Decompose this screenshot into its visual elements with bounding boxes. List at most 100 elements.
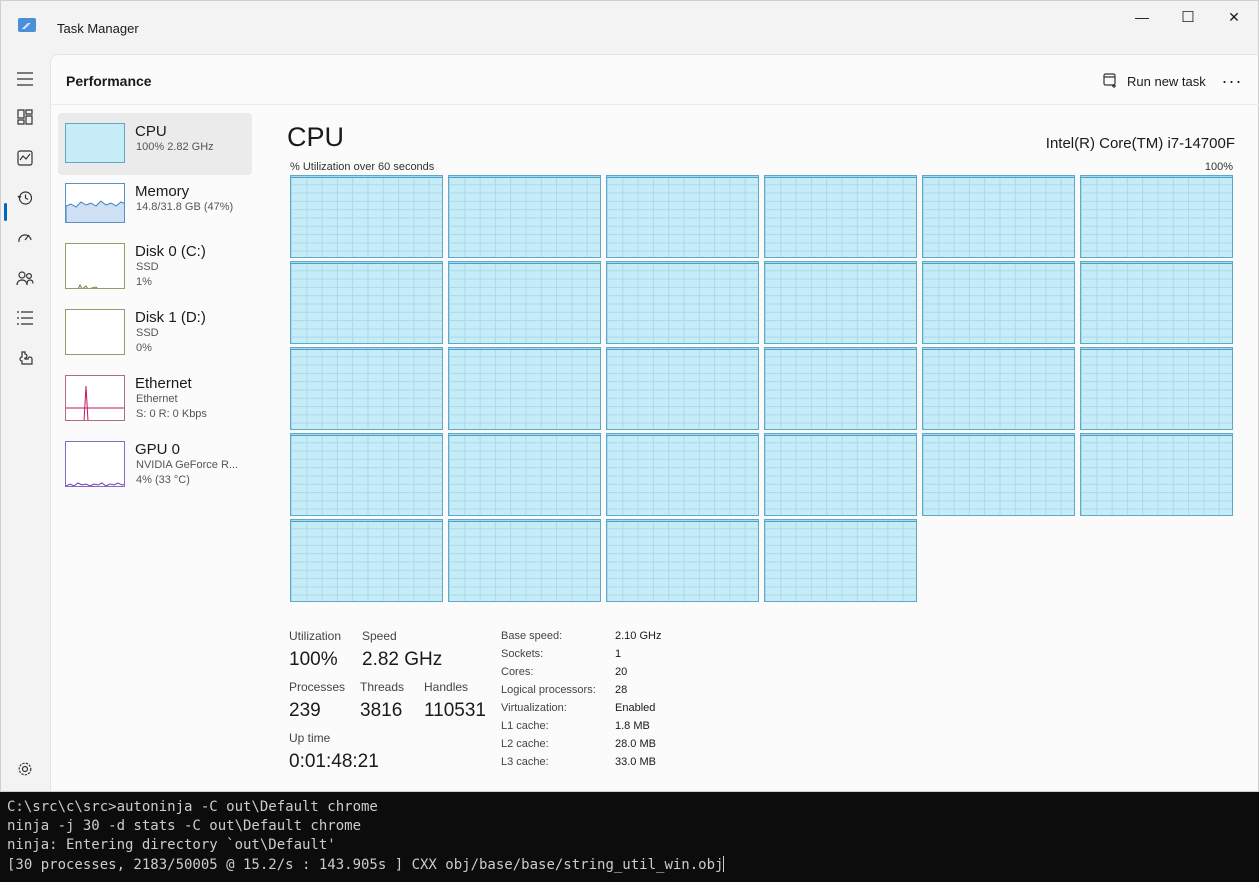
logical-processor-graph — [922, 347, 1075, 430]
terminal-line: C:\src\c\src>autoninja -C out\Default ch… — [7, 799, 378, 815]
performance-page: Performance Run new task ··· CPU 100% 2.… — [50, 54, 1259, 791]
cpu-heading: CPU — [287, 122, 345, 152]
spec-label-l2-cache: L2 cache: — [501, 738, 549, 750]
resource-item-disk-0[interactable]: Disk 0 (C:) SSD 1% — [58, 233, 252, 295]
users-icon[interactable] — [13, 266, 37, 290]
logical-processor-graph — [448, 347, 601, 430]
logical-processor-graph — [606, 347, 759, 430]
resource-detail: S: 0 R: 0 Kbps — [136, 408, 207, 420]
resource-detail: 0% — [136, 342, 152, 354]
resource-detail: 100% 2.82 GHz — [136, 141, 214, 153]
processes-icon[interactable] — [13, 105, 37, 129]
resource-item-ethernet[interactable]: Ethernet Ethernet S: 0 R: 0 Kbps — [58, 365, 252, 427]
resource-type: NVIDIA GeForce R... — [136, 459, 239, 471]
run-new-task-button[interactable]: Run new task — [1097, 69, 1212, 93]
task-manager-window: Task Manager — ☐ ✕ Performance Run new t… — [0, 0, 1259, 792]
resource-type: SSD — [136, 327, 159, 339]
resource-item-cpu[interactable]: CPU 100% 2.82 GHz — [58, 113, 252, 175]
logical-processor-graph — [290, 347, 443, 430]
logical-processor-graph — [922, 175, 1075, 258]
logical-processor-graph — [290, 433, 443, 516]
handles-label: Handles — [424, 680, 469, 694]
cpu-thumbnail-graph — [65, 123, 125, 163]
spec-label-sockets: Sockets: — [501, 648, 544, 660]
spec-label-base-speed: Base speed: — [501, 630, 563, 642]
logical-processor-graphs — [290, 175, 1235, 605]
gpu-thumbnail-graph — [65, 441, 125, 487]
spec-label-l1-cache: L1 cache: — [501, 720, 549, 732]
uptime-label: Up time — [289, 731, 331, 745]
resource-name: Memory — [135, 183, 190, 200]
startup-apps-icon[interactable] — [13, 226, 37, 250]
logical-processor-graph — [290, 261, 443, 344]
app-history-icon[interactable] — [13, 186, 37, 210]
terminal-line: ninja -j 30 -d stats -C out\Default chro… — [7, 818, 362, 834]
utilization-label: Utilization — [289, 629, 342, 643]
logical-processor-graph — [606, 261, 759, 344]
spec-value-l3-cache: 33.0 MB — [615, 756, 656, 768]
logical-processor-graph — [1080, 261, 1233, 344]
selected-indicator — [4, 203, 7, 221]
resource-name: Disk 1 (D:) — [135, 309, 206, 326]
spec-value-cores: 20 — [615, 666, 628, 678]
terminal-line: ninja: Entering directory `out\Default' — [7, 837, 336, 853]
logical-processor-graph — [764, 261, 917, 344]
maximize-button[interactable]: ☐ — [1165, 1, 1211, 33]
resource-name: Disk 0 (C:) — [135, 243, 206, 260]
resource-item-memory[interactable]: Memory 14.8/31.8 GB (47%) — [58, 173, 252, 235]
logical-processor-graph — [1080, 175, 1233, 258]
graph-caption: % Utilization over 60 seconds — [290, 161, 435, 173]
utilization-value: 100% — [289, 649, 338, 670]
resource-detail: 1% — [136, 276, 152, 288]
menu-icon[interactable] — [13, 67, 37, 91]
logical-processor-graph — [1080, 347, 1233, 430]
spec-value-base-speed: 2.10 GHz — [615, 630, 662, 642]
resource-type: Ethernet — [136, 393, 178, 405]
settings-icon[interactable] — [13, 757, 37, 781]
uptime-value: 0:01:48:21 — [289, 751, 379, 772]
resource-name: GPU 0 — [135, 441, 181, 458]
terminal-line-last: [30 processes, 2183/50005 @ 15.2/s : 143… — [7, 856, 725, 873]
performance-icon[interactable] — [13, 146, 37, 170]
logical-processor-graph — [922, 261, 1075, 344]
ethernet-thumbnail-graph — [65, 375, 125, 421]
spec-value-virtualization: Enabled — [615, 702, 656, 714]
processes-value: 239 — [289, 700, 321, 721]
services-icon[interactable] — [13, 346, 37, 370]
logical-processor-graph — [764, 519, 917, 602]
spec-value-l1-cache: 1.8 MB — [615, 720, 650, 732]
details-icon[interactable] — [13, 306, 37, 330]
logical-processor-graph — [1080, 433, 1233, 516]
spec-label-l3-cache: L3 cache: — [501, 756, 549, 768]
resource-detail: 14.8/31.8 GB (47%) — [136, 201, 234, 213]
resource-item-gpu-0[interactable]: GPU 0 NVIDIA GeForce R... 4% (33 °C) — [58, 431, 252, 493]
logical-processor-graph — [606, 175, 759, 258]
task-manager-app-icon — [18, 18, 36, 32]
threads-label: Threads — [360, 680, 405, 694]
graph-max-label: 100% — [1204, 161, 1233, 173]
resource-name: Ethernet — [135, 375, 192, 392]
resource-detail: 4% (33 °C) — [136, 474, 190, 486]
speed-value: 2.82 GHz — [362, 649, 443, 670]
run-task-label: Run new task — [1127, 73, 1206, 89]
resource-item-disk-1[interactable]: Disk 1 (D:) SSD 0% — [58, 299, 252, 361]
logical-processor-graph — [922, 433, 1075, 516]
spec-value-sockets: 1 — [615, 648, 622, 660]
logical-processor-graph — [448, 175, 601, 258]
close-button[interactable]: ✕ — [1211, 1, 1257, 33]
more-options-button[interactable]: ··· — [1217, 67, 1247, 95]
terminal-panel[interactable]: C:\src\c\src>autoninja -C out\Default ch… — [0, 794, 1259, 882]
terminal-line-text: [30 processes, 2183/50005 @ 15.2/s : 143… — [7, 857, 724, 873]
logical-processor-graph — [448, 433, 601, 516]
disk-0-thumbnail-graph — [65, 243, 125, 289]
title-bar[interactable]: Task Manager — ☐ ✕ — [1, 1, 1258, 55]
resource-type: SSD — [136, 261, 159, 273]
spec-value-logical-processors: 28 — [615, 684, 628, 696]
cpu-model-name: Intel(R) Core(TM) i7-14700F — [1045, 135, 1235, 152]
processes-label: Processes — [289, 680, 346, 694]
window-title: Task Manager — [57, 21, 139, 36]
text-cursor — [723, 856, 725, 872]
minimize-button[interactable]: — — [1119, 1, 1165, 33]
run-task-icon — [1103, 73, 1116, 88]
spec-value-l2-cache: 28.0 MB — [615, 738, 656, 750]
